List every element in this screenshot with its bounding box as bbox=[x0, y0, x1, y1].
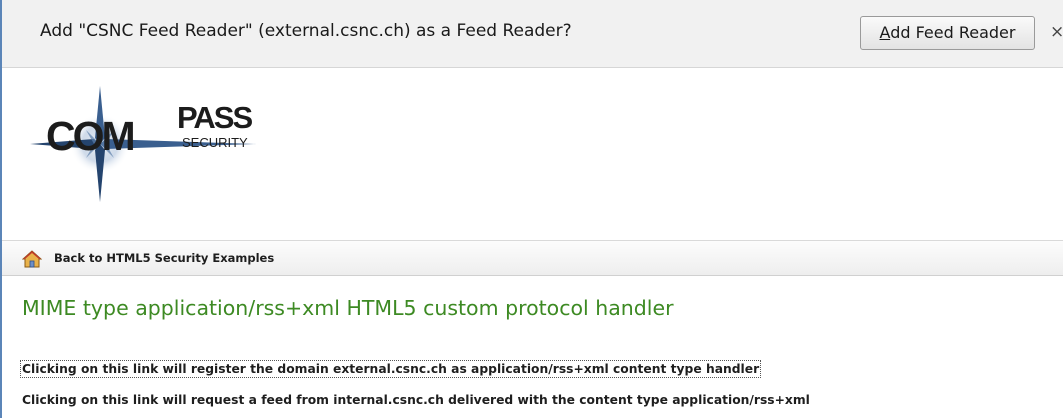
compass-security-logo: COM PASS SECURITY bbox=[26, 86, 286, 216]
home-icon[interactable] bbox=[22, 250, 42, 268]
add-feed-reader-button[interactable]: Add Feed Reader bbox=[860, 16, 1035, 50]
navigation-bar: Back to HTML5 Security Examples bbox=[2, 240, 1063, 276]
logo-word-security: SECURITY bbox=[182, 135, 248, 150]
logo-word-pass: PASS bbox=[177, 100, 253, 135]
browser-content: Add "CSNC Feed Reader" (external.csnc.ch… bbox=[0, 0, 1063, 418]
register-handler-link[interactable]: Clicking on this link will register the … bbox=[19, 360, 762, 378]
back-to-examples-link[interactable]: Back to HTML5 Security Examples bbox=[54, 251, 274, 265]
request-feed-link[interactable]: Clicking on this link will request a fee… bbox=[22, 393, 810, 407]
feed-reader-notification-bar: Add "CSNC Feed Reader" (external.csnc.ch… bbox=[2, 0, 1063, 68]
button-accel-key: A bbox=[879, 23, 891, 42]
logo-word-com: COM bbox=[46, 113, 136, 159]
close-icon[interactable]: × bbox=[1050, 22, 1063, 42]
button-label: dd Feed Reader bbox=[890, 23, 1016, 42]
notification-message: Add "CSNC Feed Reader" (external.csnc.ch… bbox=[40, 21, 572, 41]
page-title: MIME type application/rss+xml HTML5 cust… bbox=[22, 296, 674, 320]
